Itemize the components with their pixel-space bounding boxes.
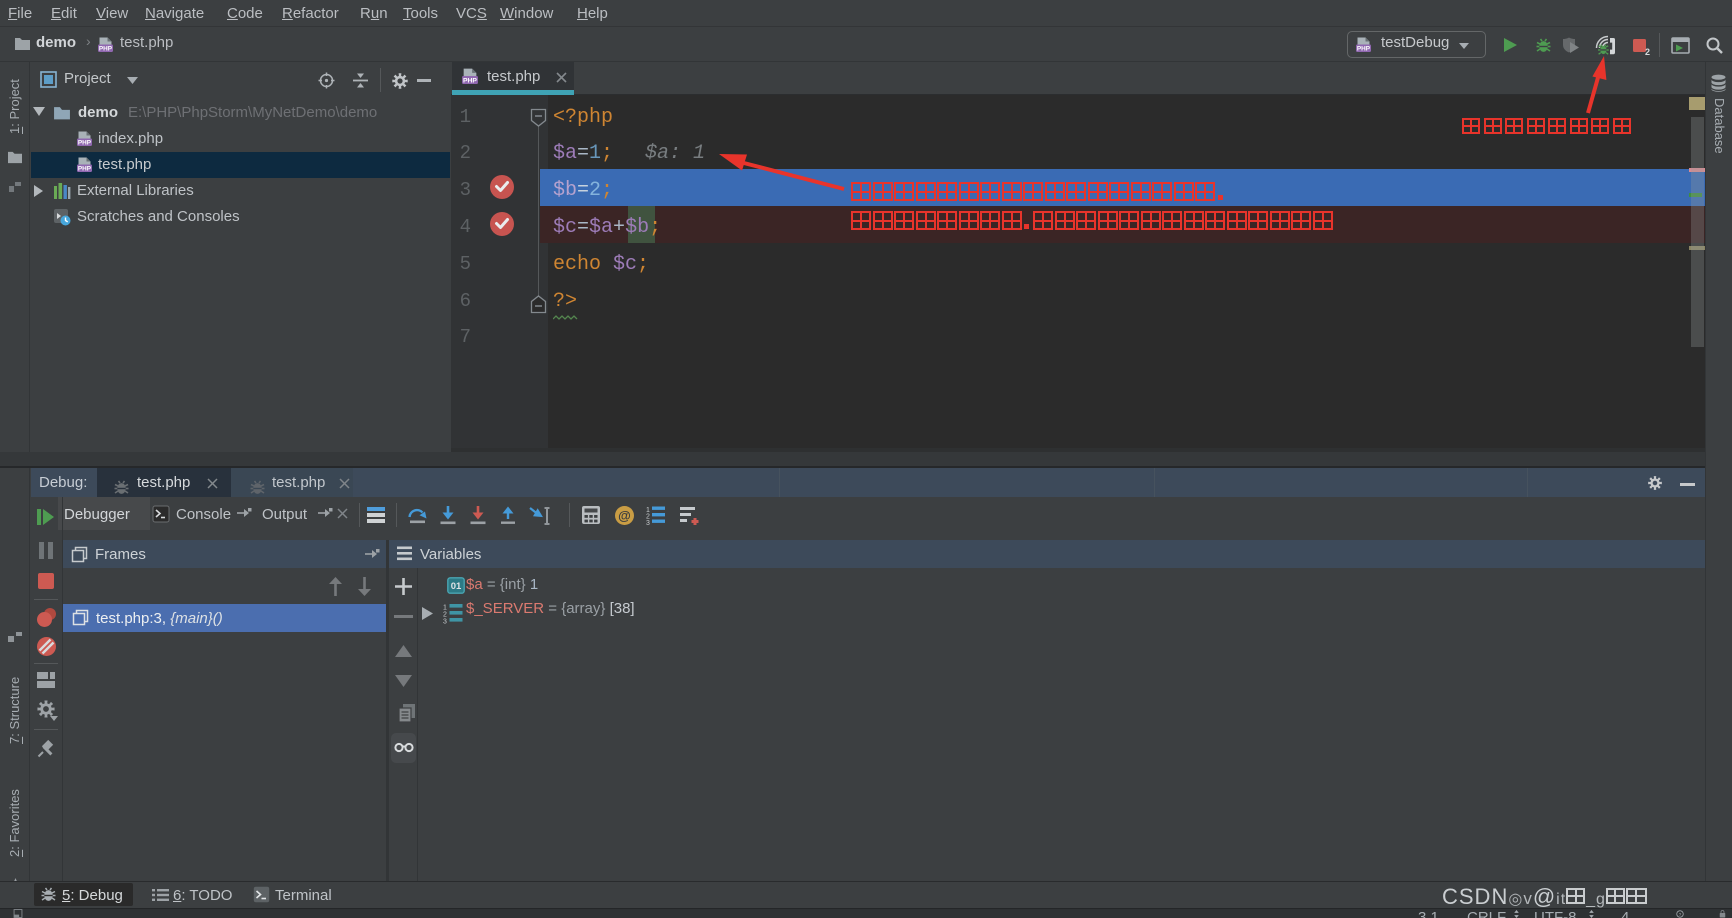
svg-text:2: 2 bbox=[443, 611, 447, 618]
svg-text:1: 1 bbox=[443, 604, 447, 611]
svg-text:@: @ bbox=[618, 508, 631, 523]
svg-text:3: 3 bbox=[646, 520, 650, 525]
svg-text:?: ? bbox=[1679, 912, 1682, 917]
svg-text:PHP: PHP bbox=[463, 78, 477, 85]
svg-text:3: 3 bbox=[443, 618, 447, 624]
svg-text:2: 2 bbox=[1645, 47, 1650, 56]
svg-text:PHP: PHP bbox=[78, 166, 92, 173]
svg-text:PHP: PHP bbox=[1357, 46, 1371, 53]
svg-text:PHP: PHP bbox=[99, 46, 113, 53]
svg-text:01: 01 bbox=[451, 581, 462, 592]
svg-text:PHP: PHP bbox=[78, 140, 92, 147]
